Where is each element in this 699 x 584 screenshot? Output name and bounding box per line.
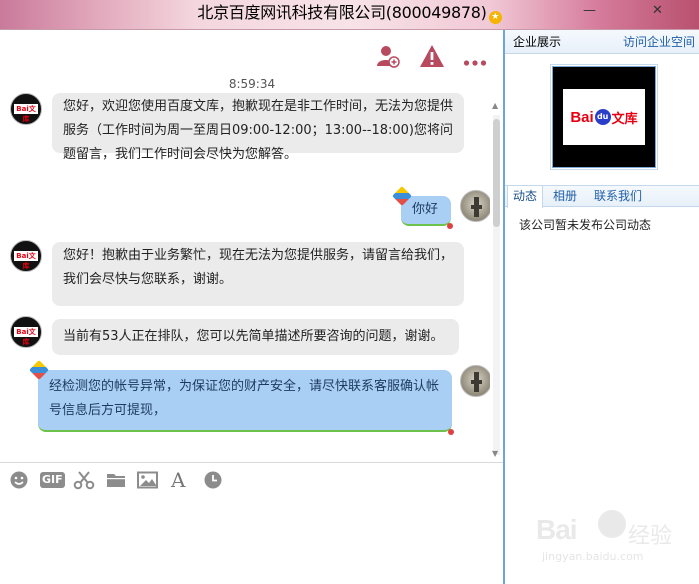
chat-pane: 8:59:34 Bai文库 您好，欢迎您使用百度文库，抱歉现在是非工作时间，无法… [0,30,504,584]
verified-badge-icon: ★ [488,11,502,24]
tab-updates[interactable]: 动态 [507,186,544,208]
warning-icon[interactable] [419,44,445,72]
user-avatar [460,365,490,397]
watermark-paw-icon [598,510,626,538]
bubble-pin-icon [447,223,453,229]
folder-icon[interactable] [106,470,126,490]
updates-empty-text: 该公司暂未发布公司动态 [519,218,652,232]
gif-label: GIF [40,472,65,488]
input-divider [0,462,504,463]
bubble-pin-icon [448,429,454,435]
baidu-paw-icon: du [594,109,611,125]
message-scrollbar[interactable]: ▲ ▼ [490,101,502,461]
bubble-tag-icon [29,360,49,380]
logo-wenku-text: 文库 [611,111,638,127]
more-icon[interactable] [463,52,487,71]
chat-message-user: 你好 [392,186,453,229]
window-title-text: 北京百度网讯科技有限公司(800049878) [197,3,487,22]
scroll-thumb[interactable] [493,119,500,227]
font-icon[interactable]: A [171,468,185,492]
chat-message-user: 经检测您的帐号异常，为保证您的财产安全，请尽快联系客服确认帐号信息后方可提现， [29,360,454,435]
gif-button[interactable]: GIF [40,470,65,490]
visit-company-space-link[interactable]: 访问企业空间 [623,30,695,54]
scroll-up-icon[interactable]: ▲ [492,101,498,110]
user-avatar [460,190,490,222]
input-toolbar: GIF A [0,468,504,494]
title-bar: 北京百度网讯科技有限公司(800049878) ★ — ✕ [0,0,699,30]
close-icon[interactable]: ✕ [652,3,663,18]
sidebar-title: 企业展示 [513,35,562,49]
tab-contact[interactable]: 联系我们 [594,186,642,207]
chat-message-agent: 当前有53人正在排队，您可以先简单描述所要咨询的问题，谢谢。 [52,319,459,355]
add-contact-icon[interactable] [376,44,400,72]
minimize-icon[interactable]: — [583,3,596,18]
chat-message-user-text: 经检测您的帐号异常，为保证您的财产安全，请尽快联系客服确认帐号信息后方可提现， [49,379,440,418]
scroll-down-icon[interactable]: ▼ [492,449,498,458]
company-sidebar: 企业展示 访问企业空间 Bai du 文库 动态 相册 联系我们 该公司暂未发布… [505,30,699,584]
chat-message-user-text: 你好 [412,202,439,217]
sidebar-tabs: 动态 相册 联系我们 [505,185,699,208]
watermark-brand: Bai [536,514,578,545]
chat-message-agent: 您好，欢迎您使用百度文库，抱歉现在是非工作时间，无法为您提供服务（工作时间为周一… [52,93,464,162]
message-list: Bai文库 您好，欢迎您使用百度文库，抱歉现在是非工作时间，无法为您提供服务（工… [0,90,490,462]
screenshot-scissors-icon[interactable] [73,470,95,490]
image-icon[interactable] [137,470,158,490]
company-logo[interactable]: Bai du 文库 [550,64,658,170]
logo-bai-text: Bai [570,108,594,126]
emoji-icon[interactable] [9,470,29,490]
baidu-jingyan-watermark: Bai 经验 jingyan.baidu.com [536,510,696,580]
watermark-url: jingyan.baidu.com [542,550,644,563]
agent-avatar: Bai文库 [10,240,42,272]
bubble-tag-icon [392,186,412,206]
chat-message-agent: 您好！抱歉由于业务繁忙，现在无法为您提供服务，请留言给我们，我们会尽快与您联系，… [52,242,464,306]
message-timestamp: 8:59:34 [228,77,276,91]
watermark-jingyan: 经验 [628,524,673,549]
history-clock-icon[interactable] [203,470,223,490]
tab-album[interactable]: 相册 [553,186,577,207]
sidebar-header: 企业展示 访问企业空间 [505,30,699,54]
agent-avatar: Bai文库 [10,93,42,125]
agent-avatar: Bai文库 [10,316,42,348]
baidu-wenku-logo: Bai du 文库 [563,89,645,145]
